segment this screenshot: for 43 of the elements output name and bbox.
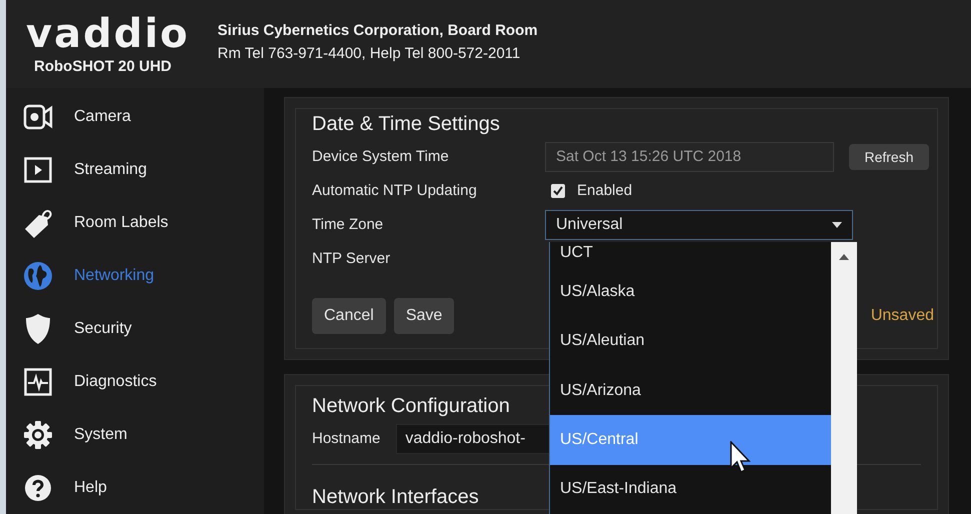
camera-icon [23, 104, 53, 130]
sidebar-item[interactable]: Networking [6, 249, 264, 302]
field-label: NTP Server [312, 248, 392, 269]
play-icon [24, 156, 52, 182]
section-title: Date & Time Settings [312, 112, 500, 137]
dropdown-option[interactable]: UCT [550, 242, 831, 267]
section-title: Network Configuration [312, 394, 510, 419]
sidebar-item[interactable]: Help [6, 461, 264, 514]
time-zone-select[interactable]: Universal [545, 210, 853, 240]
scroll-up-arrow-icon[interactable] [839, 254, 849, 260]
sidebar-item[interactable]: Streaming [6, 143, 264, 196]
shield-icon [24, 312, 52, 344]
heartbeat-monitor-icon [24, 368, 52, 396]
logo: vaddio [26, 16, 190, 52]
unsaved-status: Unsaved [870, 306, 934, 326]
room-name: Sirius Cybernetics Corporation, Board Room [218, 21, 538, 41]
sidebar-item[interactable]: Room Labels [6, 196, 264, 249]
sidebar-item[interactable]: Diagnostics [6, 355, 264, 408]
phone-numbers: Rm Tel 763-971-4400, Help Tel 800-572-2011 [218, 44, 522, 64]
help-icon [24, 474, 52, 502]
refresh-button[interactable]: Refresh [849, 144, 929, 170]
checkbox-label: Enabled [577, 180, 632, 201]
globe-icon [23, 260, 53, 290]
dropdown-option[interactable]: US/East-Indiana [550, 464, 831, 514]
settings-icon [23, 420, 53, 450]
sidebar-item[interactable]: Security [6, 302, 264, 355]
dropdown-option[interactable]: US/Aleutian [550, 316, 831, 366]
field-label: Automatic NTP Updating [312, 180, 478, 201]
model-name: RoboSHOT 20 UHD [33, 57, 173, 77]
sidebar-item[interactable]: System [6, 408, 264, 461]
caret-icon [832, 222, 842, 228]
dropdown-option[interactable]: US/Alaska [550, 267, 831, 316]
checkbox[interactable] [551, 184, 565, 198]
field-label: Hostname [312, 428, 380, 449]
dropdown-option[interactable]: US/Arizona [550, 366, 831, 416]
field-label: Time Zone [312, 214, 384, 235]
scrollbar[interactable] [831, 242, 857, 514]
field-label: Device System Time [312, 146, 450, 167]
sidebar-item[interactable]: Camera [6, 90, 264, 143]
time-field: Sat Oct 13 15:26 UTC 2018 [545, 142, 834, 172]
form-button[interactable]: Save [394, 298, 454, 334]
section-title: Network Interfaces [312, 485, 479, 509]
form-button[interactable]: Cancel [312, 298, 386, 334]
